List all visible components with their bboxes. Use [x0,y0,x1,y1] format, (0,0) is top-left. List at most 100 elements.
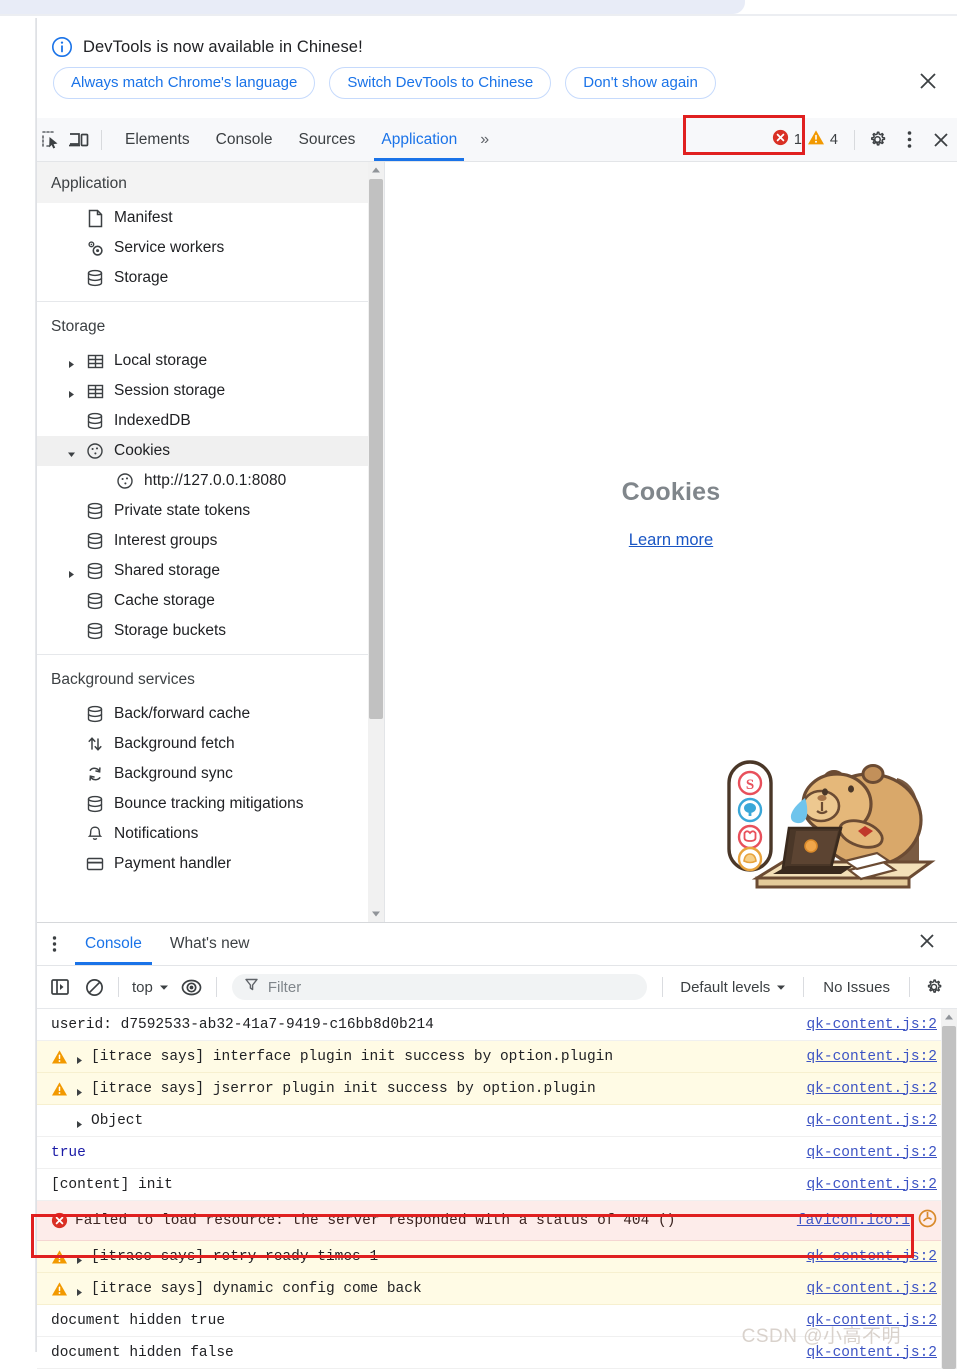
expand-caret-icon[interactable] [75,1116,84,1128]
sidebar-item-session-storage[interactable]: Session storage [37,376,384,406]
sidebar-item-background-sync[interactable]: Background sync [37,759,384,789]
sidebar-item-cookie-origin[interactable]: http://127.0.0.1:8080 [37,466,384,496]
tab-console[interactable]: Console [203,119,286,161]
sidebar-item-service-workers[interactable]: Service workers [37,233,384,263]
console-filter-input[interactable] [265,977,635,997]
console-toolbar-divider-2 [215,977,217,997]
learn-more-link[interactable]: Learn more [629,531,713,550]
console-source-link[interactable]: qk-content.js:2 [806,1081,937,1097]
sidebar-item-back-forward-cache[interactable]: Back/forward cache [37,699,384,729]
console-source-link[interactable]: qk-content.js:2 [806,1281,937,1297]
sidebar-scrollbar-thumb[interactable] [369,179,383,719]
more-tabs-icon[interactable]: » [470,131,499,149]
console-sidebar-icon[interactable] [45,973,75,1001]
expand-caret-icon[interactable] [75,1252,84,1264]
sidebar-item-storage[interactable]: Storage [37,263,384,293]
inspect-element-icon[interactable] [37,127,65,153]
clear-console-icon[interactable] [79,973,109,1001]
sidebar-item-local-storage[interactable]: Local storage [37,346,384,376]
device-toolbar-icon[interactable] [65,127,93,153]
browser-tab-strip [0,0,745,14]
console-log-levels-selector[interactable]: Default levels [672,979,794,996]
expand-caret-icon[interactable] [75,1052,84,1064]
sidebar-item-indexeddb[interactable]: IndexedDB [37,406,384,436]
console-source-link[interactable]: qk-content.js:2 [806,1313,937,1329]
console-source-link[interactable]: qk-content.js:2 [806,1249,937,1265]
console-row-userid[interactable]: userid: d7592533-ab32-41a7-9419-c16bb8d0… [37,1009,957,1041]
console-row-content: [content] init [51,1177,173,1193]
sidebar-item-private-state-tokens[interactable]: Private state tokens [37,496,384,526]
console-source-link[interactable]: qk-content.js:2 [806,1113,937,1129]
console-row-content-init[interactable]: [content] init qk-content.js:2 [37,1169,957,1201]
database-icon [85,531,105,551]
network-issue-icon[interactable] [918,1209,937,1233]
expand-caret-icon[interactable] [75,1084,84,1096]
sidebar-scroll-up-icon[interactable] [368,162,384,178]
chevron-right-icon[interactable] [67,356,77,368]
console-filter-box[interactable] [231,974,648,1000]
console-source-link[interactable]: favicon.ico:1 [797,1213,910,1229]
drawer-close-icon[interactable] [917,931,943,957]
console-row-warning-dynamic-config[interactable]: [itrace says] dynamic config come back q… [37,1273,957,1305]
tab-sources[interactable]: Sources [286,119,369,161]
console-row-object[interactable]: Object qk-content.js:2 [37,1105,957,1137]
console-source-link[interactable]: qk-content.js:2 [806,1177,937,1193]
console-row-document-hidden-true[interactable]: document hidden true qk-content.js:2 [37,1305,957,1337]
console-scroll-up-icon[interactable] [941,1009,957,1025]
live-expression-icon[interactable] [177,973,207,1001]
issue-counters[interactable]: 1 4 [762,129,848,151]
console-source-link[interactable]: qk-content.js:2 [806,1017,937,1033]
sidebar-scroll-down-icon[interactable] [368,906,384,922]
console-source-link[interactable]: qk-content.js:2 [806,1049,937,1065]
sidebar-item-bounce-tracking[interactable]: Bounce tracking mitigations [37,789,384,819]
gear-icon[interactable] [861,126,893,154]
console-source-link[interactable]: qk-content.js:2 [806,1345,937,1361]
sidebar-item-storage-buckets[interactable]: Storage buckets [37,616,384,646]
console-toolbar-divider-3 [662,977,664,997]
console-source-link[interactable]: qk-content.js:2 [806,1145,937,1161]
drawer-kebab-menu-icon[interactable] [37,929,71,959]
sidebar-item-payment-handler[interactable]: Payment handler [37,849,384,879]
tab-elements[interactable]: Elements [112,119,203,161]
capybara-mascot-illustration: S [721,742,951,922]
sidebar-scrollbar-track[interactable] [368,162,384,922]
devtools-close-icon[interactable] [925,126,957,154]
sidebar-item-label: Local storage [114,352,208,369]
console-row-content: [itrace says] dynamic config come back [51,1280,422,1297]
console-row-true[interactable]: true qk-content.js:2 [37,1137,957,1169]
console-row-warning-jserror-plugin[interactable]: [itrace says] jserror plugin init succes… [37,1073,957,1105]
database-icon [85,591,105,611]
switch-to-chinese-button[interactable]: Switch DevTools to Chinese [329,67,552,99]
sidebar-item-interest-groups[interactable]: Interest groups [37,526,384,556]
sidebar-item-cache-storage[interactable]: Cache storage [37,586,384,616]
sidebar-item-shared-storage[interactable]: Shared storage [37,556,384,586]
warning-icon [51,1280,68,1297]
sidebar-item-label: Background sync [114,765,233,782]
console-row-document-hidden-false[interactable]: document hidden false qk-content.js:2 [37,1337,957,1369]
console-row-warning-interface-plugin[interactable]: [itrace says] interface plugin init succ… [37,1041,957,1073]
console-row-warning-retry-ready[interactable]: [itrace says] retry ready times 1 qk-con… [37,1241,957,1273]
console-scrollbar-track[interactable] [941,1009,957,1369]
sidebar-item-cookies[interactable]: Cookies [37,436,384,466]
console-issues-status[interactable]: No Issues [813,979,900,996]
tab-application[interactable]: Application [368,119,470,161]
chevron-right-icon[interactable] [67,566,77,578]
console-context-selector[interactable]: top [128,979,173,996]
console-settings-gear-icon[interactable] [919,973,949,1001]
console-scrollbar-thumb[interactable] [942,1026,956,1369]
expand-caret-icon[interactable] [75,1284,84,1296]
banner-close-icon[interactable] [915,68,941,94]
drawer-tab-whats-new[interactable]: What's new [156,924,264,965]
sidebar-item-background-fetch[interactable]: Background fetch [37,729,384,759]
sidebar-item-label: Notifications [114,825,199,842]
sidebar-item-manifest[interactable]: Manifest [37,203,384,233]
drawer-tab-console[interactable]: Console [71,924,156,965]
devtools-main-toolbar: Elements Console Sources Application » 1 [37,115,957,162]
sidebar-item-notifications[interactable]: Notifications [37,819,384,849]
chevron-down-icon[interactable] [67,446,77,457]
dont-show-again-button[interactable]: Don't show again [565,67,716,99]
chevron-right-icon[interactable] [67,386,77,398]
console-row-error-404[interactable]: Failed to load resource: the server resp… [37,1201,957,1241]
kebab-menu-icon[interactable] [893,126,925,154]
always-match-language-button[interactable]: Always match Chrome's language [53,67,316,99]
